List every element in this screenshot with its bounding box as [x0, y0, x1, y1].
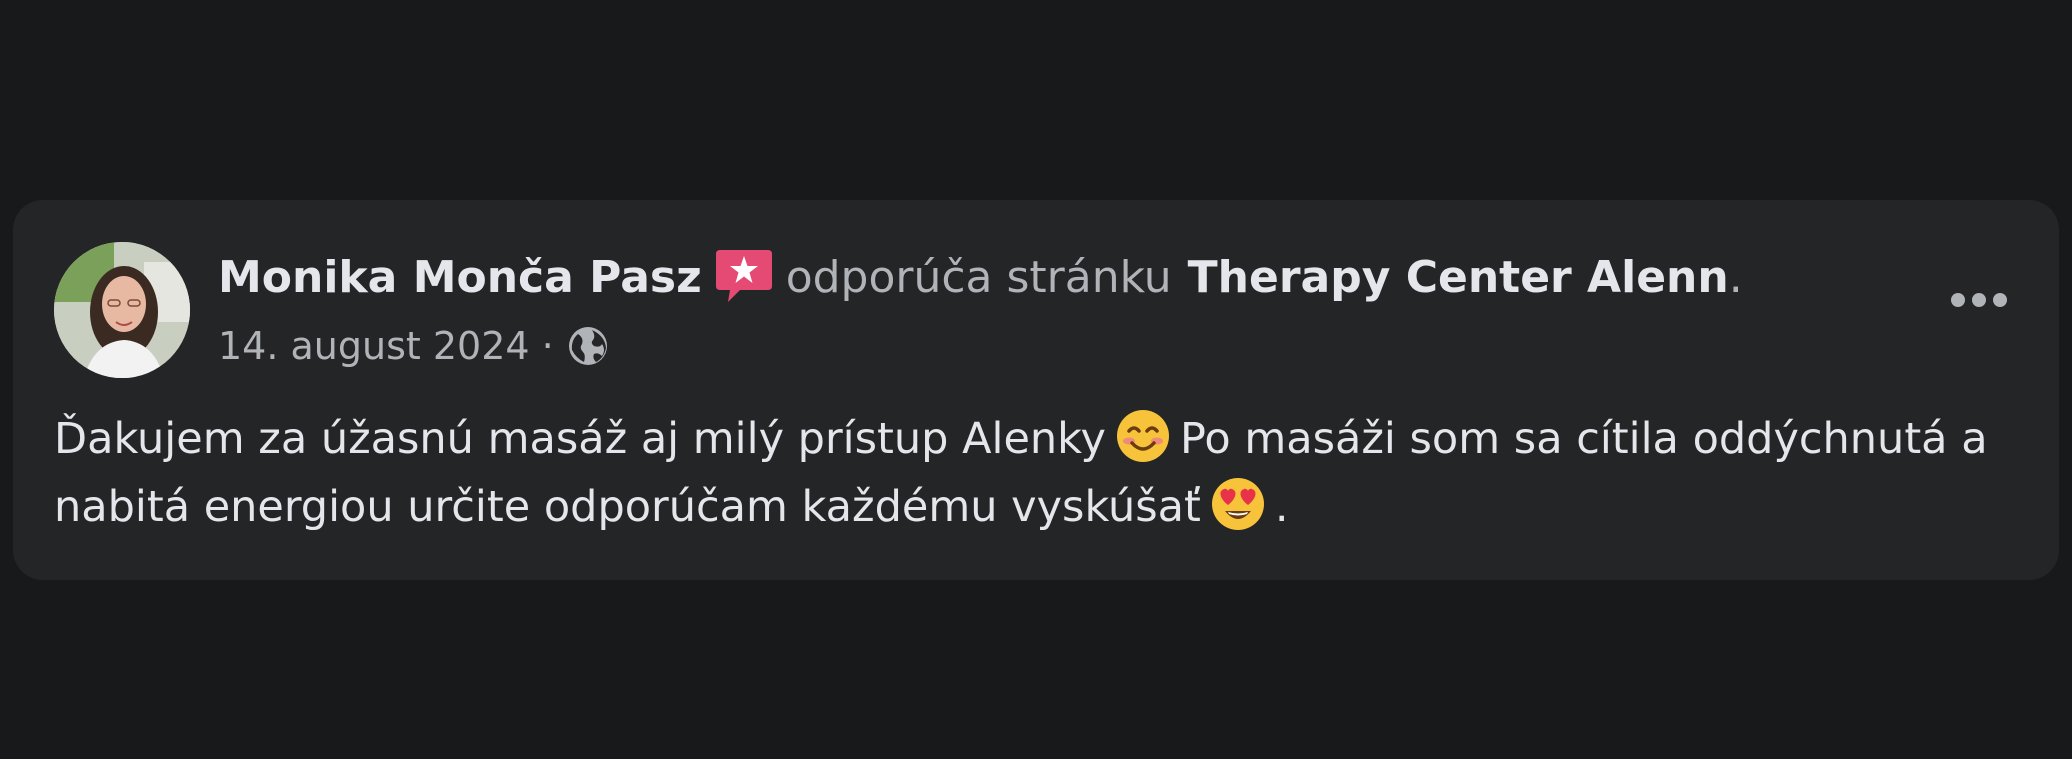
post-meta: 14. august 2024 · — [218, 316, 610, 376]
page-name-link[interactable]: Therapy Center Alenn — [1188, 252, 1729, 303]
more-options-icon — [1951, 293, 2007, 307]
post-header: Monika Monča Pasz odporúča stránku Thera… — [218, 244, 1743, 310]
post-date-link[interactable]: 14. august 2024 — [218, 324, 530, 368]
review-post-card: Monika Monča Pasz odporúča stránku Thera… — [13, 200, 2059, 580]
meta-separator: · — [541, 324, 554, 368]
heart-eyes-icon — [1209, 475, 1267, 533]
more-options-button[interactable] — [1939, 270, 2019, 330]
author-avatar[interactable] — [54, 242, 190, 378]
avatar-photo — [54, 242, 190, 378]
recommend-action-text: odporúča stránku — [785, 251, 1172, 303]
header-period: . — [1728, 251, 1743, 303]
review-text-line2-part2: . — [1274, 482, 1289, 532]
review-text-line1-part1: Ďakujem za úžasnú masáž aj milý prístup … — [54, 414, 1106, 464]
review-text-line1-part2: Po masáži som sa cítila oddýchnutá a — [1179, 414, 1988, 464]
recommendation-badge-icon — [714, 246, 774, 304]
author-name-link[interactable]: Monika Monča Pasz — [218, 252, 702, 303]
smiling-face-icon — [1114, 407, 1172, 465]
globe-icon[interactable] — [566, 324, 610, 368]
review-text: Ďakujem za úžasnú masáž aj milý prístup … — [54, 405, 2034, 541]
review-text-line2-part1: nabitá energiou určite odporúčam každému… — [54, 482, 1201, 532]
